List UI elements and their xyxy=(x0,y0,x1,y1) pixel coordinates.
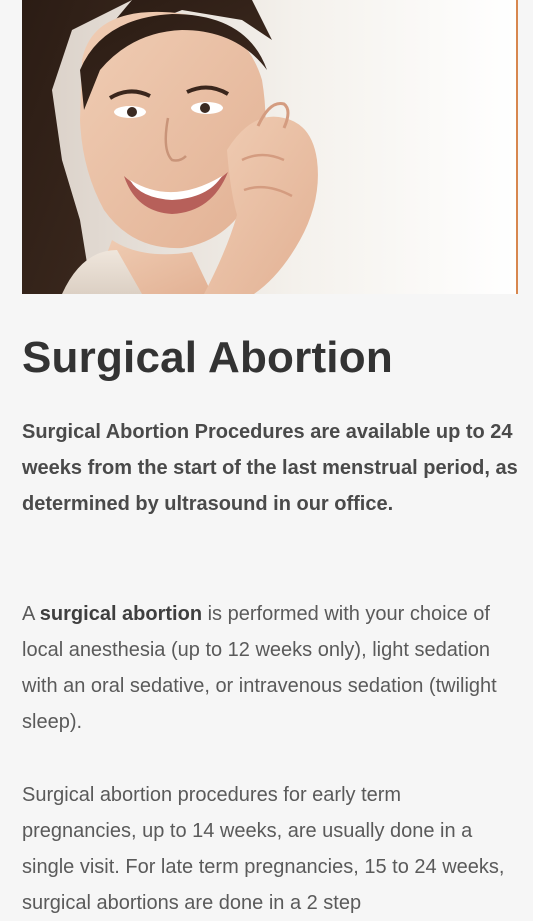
intro-lead: Surgical Abortion Procedures are availab… xyxy=(22,421,518,515)
paragraph-prefix: A xyxy=(22,603,40,625)
surgical-abortion-term: surgical abortion xyxy=(39,603,203,625)
page-title: Surgical Abortion xyxy=(22,333,393,382)
hero-image xyxy=(22,0,518,294)
woman-portrait-photo xyxy=(22,0,518,294)
anesthesia-paragraph: A surgical abortion is performed with yo… xyxy=(22,596,518,740)
procedure-timing-paragraph: Surgical abortion procedures for early t… xyxy=(22,784,505,914)
